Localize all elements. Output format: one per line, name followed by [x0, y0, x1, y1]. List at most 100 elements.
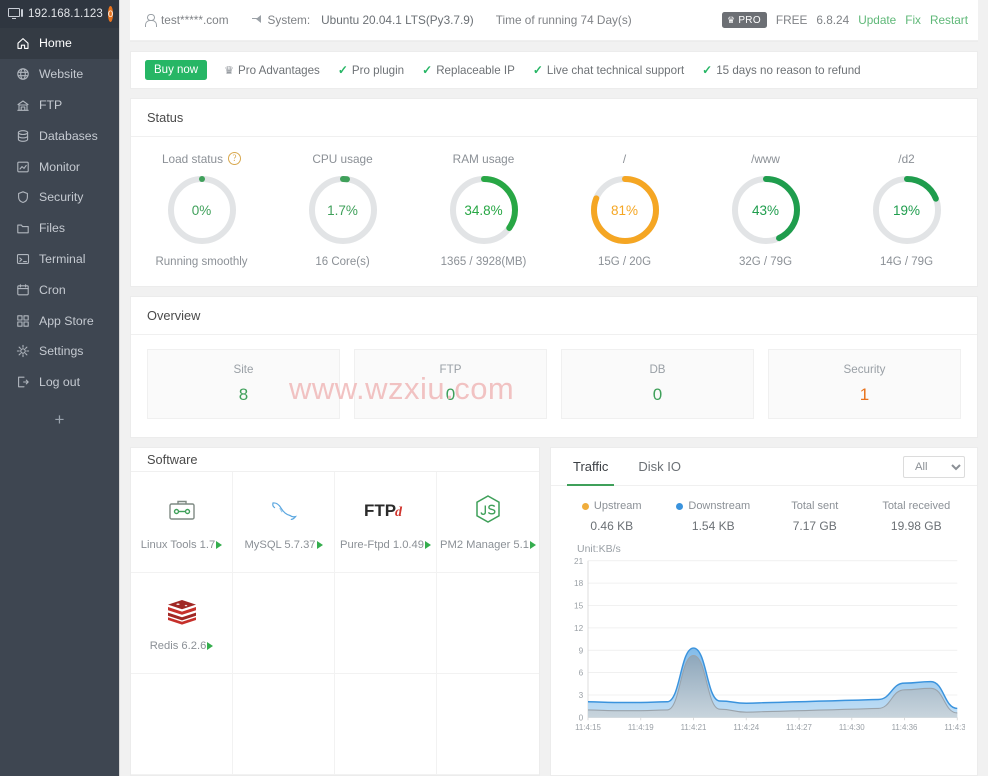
overview-card-label: Security: [843, 363, 886, 376]
sidebar-item-security[interactable]: Security: [0, 182, 119, 213]
sidebar-item-terminal[interactable]: Terminal: [0, 244, 119, 275]
top-actions: ♛ PRO FREE 6.8.24 Update Fix Restart: [721, 12, 968, 28]
restart-link[interactable]: Restart: [930, 13, 968, 27]
update-link[interactable]: Update: [858, 13, 896, 27]
notification-badge[interactable]: 0: [107, 6, 114, 22]
sidebar-item-label: App Store: [39, 313, 94, 328]
overview-card-label: FTP: [439, 363, 462, 376]
check-icon: ✓: [532, 63, 543, 77]
x-axis-tick: 11:4:27: [786, 723, 812, 732]
sidebar-item-monitor[interactable]: Monitor: [0, 151, 119, 182]
sidebar-item-website[interactable]: Website: [0, 59, 119, 90]
promo-panel: Buy now ♛ Pro Advantages ✓ Pro plugin ✓ …: [130, 51, 978, 89]
sidebar-item-home[interactable]: Home: [0, 28, 119, 59]
software-item[interactable]: Linux Tools 1.7: [131, 472, 233, 573]
sidebar-item-label: Databases: [39, 128, 98, 143]
folder-icon: [17, 224, 29, 234]
status-title: Status: [131, 99, 977, 137]
system-value: Ubuntu 20.04.1 LTS(Py3.7.9): [321, 13, 474, 27]
gauge-title: CPU usage: [312, 151, 372, 166]
redis-icon: [165, 594, 199, 628]
software-item[interactable]: PM2 Manager 5.1: [437, 472, 539, 573]
sidebar-item-databases[interactable]: Databases: [0, 120, 119, 151]
promo-feature: ✓ Pro plugin: [338, 63, 404, 77]
sidebar-item-label: Monitor: [39, 159, 81, 174]
traffic-column: Traffic Disk IO All Upstream 0.46 KB Downs…: [550, 438, 988, 776]
sidebar-item-log-out[interactable]: Log out: [0, 367, 119, 398]
version-label: 6.8.24: [816, 13, 850, 27]
play-icon[interactable]: [207, 642, 214, 650]
play-icon[interactable]: [424, 541, 431, 549]
chart-unit-label: Unit:KB/s: [577, 543, 621, 555]
software-empty-cell: [335, 573, 437, 674]
gauge-ring: 0%: [165, 173, 239, 247]
software-column: Software Linux Tools 1.7 MySQL 5.7.37 FTP d…: [120, 438, 550, 776]
gauge-ramusage: RAM usage 34.8% 1365 / 3928(MB): [413, 151, 554, 269]
buy-now-button[interactable]: Buy now: [145, 60, 208, 80]
sidebar-item-cron[interactable]: Cron: [0, 274, 119, 305]
sidebar-item-label: Files: [39, 221, 65, 236]
traffic-stat-label: Upstream: [581, 500, 642, 512]
pro-advantages-label: Pro Advantages: [237, 63, 320, 77]
sidebar-item-ftp[interactable]: FTP: [0, 90, 119, 121]
traffic-filter-select[interactable]: All: [903, 455, 965, 478]
fix-link[interactable]: Fix: [905, 13, 921, 27]
software-empty-cell: [131, 674, 233, 775]
sidebar-item-app-store[interactable]: App Store: [0, 305, 119, 336]
software-item[interactable]: Redis 6.2.6: [131, 573, 233, 674]
tab-traffic[interactable]: Traffic: [567, 448, 615, 486]
bottom-section: Software Linux Tools 1.7 MySQL 5.7.37 FTP d…: [120, 438, 988, 776]
play-icon[interactable]: [216, 541, 223, 549]
home-icon: [17, 38, 29, 50]
sidebar-add-button[interactable]: +: [0, 398, 119, 442]
play-icon[interactable]: [529, 541, 536, 549]
x-axis-tick: 11:4:24: [733, 723, 759, 732]
traffic-stat: Downstream 1.54 KB: [663, 500, 765, 533]
sidebar-item-settings[interactable]: Settings: [0, 336, 119, 367]
traffic-stat: Upstream 0.46 KB: [561, 500, 663, 533]
database-icon: [17, 129, 29, 142]
status-panel: Status Load status? 0% Running smoothly CPU…: [130, 98, 978, 287]
promo-feature: ✓ 15 days no reason to refund: [702, 63, 860, 77]
sidebar: 192.168.1.123 0 Home Website FTP Databases M…: [0, 0, 120, 776]
traffic-tabs: Traffic Disk IO All: [551, 448, 977, 486]
overview-panel: Overview Site 8 FTP 0 DB 0 Security 1 www.wzxiu.…: [130, 296, 978, 438]
software-name-label: Linux Tools 1.7: [140, 539, 216, 551]
overview-card-site[interactable]: Site 8: [147, 349, 340, 419]
traffic-stat-label: Total received: [882, 500, 950, 512]
overview-card-ftp[interactable]: FTP 0: [354, 349, 547, 419]
pro-advantages[interactable]: ♛ Pro Advantages: [224, 64, 320, 77]
play-icon[interactable]: [316, 541, 323, 549]
software-name: MySQL 5.7.37: [244, 539, 323, 551]
software-item[interactable]: MySQL 5.7.37: [233, 472, 335, 573]
help-icon[interactable]: ?: [228, 152, 241, 165]
gauge-title: RAM usage: [453, 151, 515, 166]
crown-icon: ♛: [726, 14, 736, 25]
software-name: Pure-Ftpd 1.0.49: [340, 539, 431, 551]
tab-disk-io[interactable]: Disk IO: [632, 448, 687, 486]
traffic-stat-name: Downstream: [688, 500, 751, 512]
user-info[interactable]: test*****.com: [144, 13, 229, 28]
gauge-value: 34.8%: [464, 202, 503, 218]
software-title: Software: [131, 448, 539, 472]
promo-feature-label: Pro plugin: [351, 63, 405, 77]
toolbox-icon: [167, 493, 197, 527]
gauge-subtitle: 15G / 20G: [597, 256, 652, 268]
pro-badge[interactable]: ♛ PRO: [721, 12, 767, 28]
overview-card-value: 0: [445, 385, 456, 404]
traffic-stat-value: 7.17 GB: [792, 519, 837, 533]
overview-card-security[interactable]: Security 1: [768, 349, 961, 419]
software-empty-cell: [233, 674, 335, 775]
software-item[interactable]: FTP d Pure-Ftpd 1.0.49: [335, 472, 437, 573]
gauge-value: 43%: [751, 202, 780, 218]
traffic-stats: Upstream 0.46 KB Downstream 1.54 KB Total se…: [551, 486, 977, 537]
crown-icon: ♛: [224, 64, 234, 77]
gauge-title: /www: [751, 151, 780, 166]
software-name-label: Pure-Ftpd 1.0.49: [340, 539, 424, 551]
sidebar-item-label: Home: [39, 36, 72, 51]
software-name-label: MySQL 5.7.37: [244, 539, 316, 551]
overview-card-db[interactable]: DB 0: [561, 349, 754, 419]
globe-icon: [17, 68, 29, 80]
gauge-title: Load status?: [162, 151, 241, 166]
sidebar-item-files[interactable]: Files: [0, 213, 119, 244]
